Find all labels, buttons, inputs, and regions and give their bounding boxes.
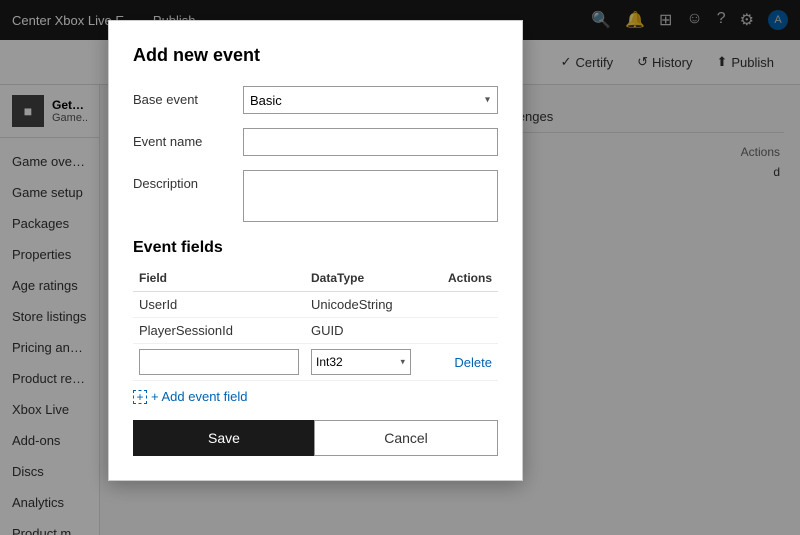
description-control [243, 170, 498, 225]
add-event-field-link[interactable]: + + Add event field [133, 389, 498, 404]
event-name-row: Event name [133, 128, 498, 156]
col-header-actions: Actions [425, 267, 498, 292]
dtype-userid: UnicodeString [305, 292, 425, 318]
add-field-plus-icon: + [133, 390, 147, 404]
table-row-userid: UserId UnicodeString [133, 292, 498, 318]
event-name-input[interactable] [243, 128, 498, 156]
dtype-playersession: GUID [305, 318, 425, 344]
actions-playersession [425, 318, 498, 344]
description-label: Description [133, 170, 243, 191]
body-area: ■ GetS... Game... Game overvi... Game se… [0, 85, 800, 535]
description-input[interactable] [243, 170, 498, 222]
delete-field-link[interactable]: Delete [454, 355, 492, 370]
event-name-label: Event name [133, 128, 243, 149]
event-fields-title: Event fields [133, 239, 498, 257]
editable-field-cell [133, 344, 305, 381]
base-event-select-wrapper: Basic Advanced Custom ▾ [243, 86, 498, 114]
event-name-control [243, 128, 498, 156]
base-event-label: Base event [133, 86, 243, 107]
table-row-playersession: PlayerSessionId GUID [133, 318, 498, 344]
description-row: Description [133, 170, 498, 225]
base-event-control: Basic Advanced Custom ▾ [243, 86, 498, 114]
base-event-row: Base event Basic Advanced Custom ▾ [133, 86, 498, 114]
modal-footer: Save Cancel [133, 420, 498, 456]
add-event-modal: Add new event Base event Basic Advanced … [108, 85, 523, 481]
event-fields-table: Field DataType Actions UserId UnicodeStr… [133, 267, 498, 381]
field-userid: UserId [133, 292, 305, 318]
editable-actions-cell: Delete [425, 344, 498, 381]
field-playersession: PlayerSessionId [133, 318, 305, 344]
col-header-datatype: DataType [305, 267, 425, 292]
base-event-select[interactable]: Basic Advanced Custom [243, 86, 498, 114]
new-field-name-input[interactable] [139, 349, 299, 375]
editable-dtype-cell: Int32 String GUID UnicodeString Bool Flo… [305, 344, 425, 381]
table-row-editable: Int32 String GUID UnicodeString Bool Flo… [133, 344, 498, 381]
col-header-field: Field [133, 267, 305, 292]
new-field-datatype-select[interactable]: Int32 String GUID UnicodeString Bool Flo… [311, 349, 411, 375]
cancel-button[interactable]: Cancel [314, 420, 498, 456]
actions-userid [425, 292, 498, 318]
add-field-label: + Add event field [151, 389, 248, 404]
dtype-select-wrapper: Int32 String GUID UnicodeString Bool Flo… [311, 349, 411, 375]
save-button[interactable]: Save [133, 420, 315, 456]
